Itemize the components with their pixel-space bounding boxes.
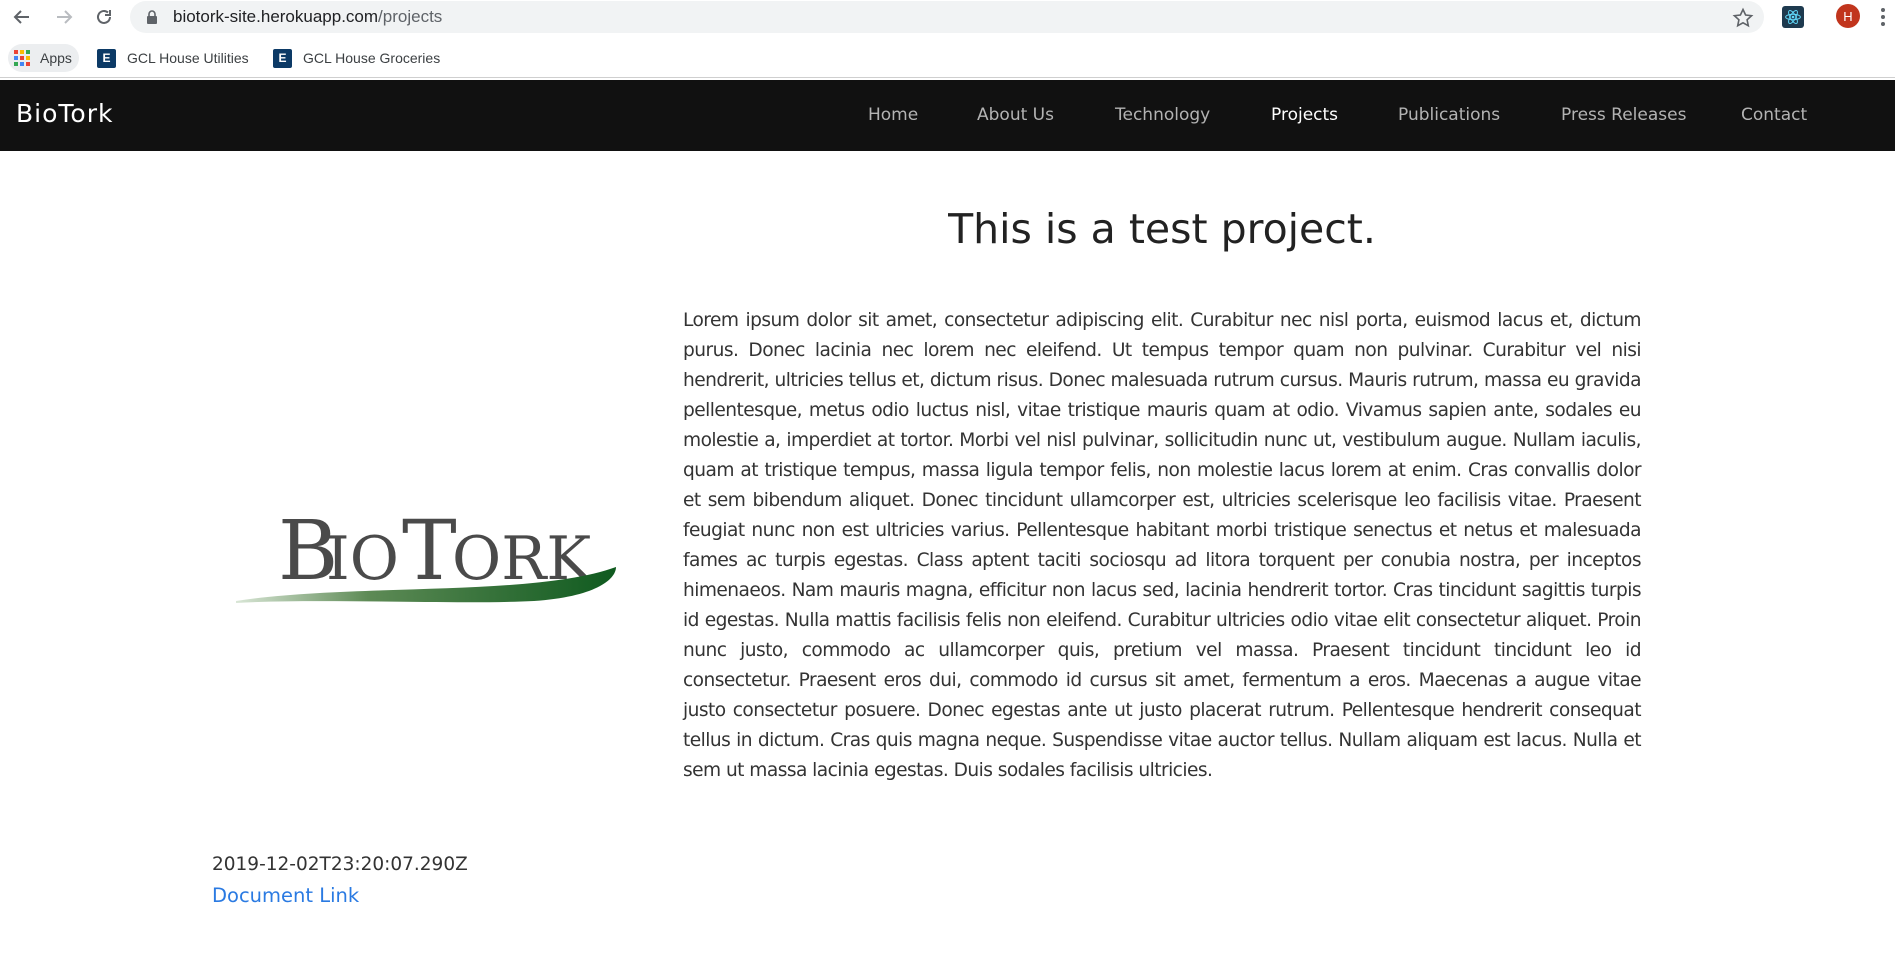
bookmark-label: Apps <box>40 50 72 66</box>
project-timestamp: 2019-12-02T23:20:07.290Z <box>212 854 468 875</box>
react-icon <box>1785 9 1801 25</box>
e-icon: E <box>273 48 292 68</box>
react-devtools-extension-icon[interactable] <box>1782 6 1804 28</box>
nav-projects[interactable]: Projects <box>1271 105 1338 125</box>
nav-about-us[interactable]: About Us <box>977 105 1054 125</box>
nav-technology[interactable]: Technology <box>1115 105 1210 125</box>
project-description: Lorem ipsum dolor sit amet, consectetur … <box>683 310 1642 781</box>
bookmark-label: GCL House Utilities <box>127 50 249 66</box>
address-bar[interactable]: biotork-site.herokuapp.com/projects <box>130 1 1764 33</box>
bookmarks-bar: Apps E GCL House Utilities E GCL House G… <box>0 38 1895 78</box>
lock-icon <box>147 10 157 24</box>
brand-logo-text[interactable]: BioTork <box>16 99 113 128</box>
nav-home[interactable]: Home <box>868 105 918 125</box>
project-image-biotork-logo: B IO T ORK <box>234 504 624 610</box>
project-title: This is a test project. <box>948 205 1376 253</box>
bookmark-star-icon[interactable] <box>1732 7 1754 29</box>
back-button[interactable] <box>10 5 34 29</box>
url-path: /projects <box>378 7 443 26</box>
nav-contact[interactable]: Contact <box>1741 105 1807 125</box>
bookmark-apps[interactable]: Apps <box>8 44 79 72</box>
e-icon: E <box>97 48 116 68</box>
nav-publications[interactable]: Publications <box>1398 105 1500 125</box>
reload-button[interactable] <box>92 5 116 29</box>
browser-toolbar: biotork-site.herokuapp.com/projects H <box>0 0 1895 34</box>
arrow-left-icon <box>13 10 29 24</box>
bookmark-gcl-house-groceries[interactable]: E GCL House Groceries <box>273 44 440 72</box>
url-text: biotork-site.herokuapp.com/projects <box>173 7 442 27</box>
profile-avatar[interactable]: H <box>1836 4 1860 28</box>
nav-press-releases[interactable]: Press Releases <box>1561 105 1686 125</box>
document-link[interactable]: Document Link <box>212 884 359 907</box>
profile-initial: H <box>1843 8 1853 24</box>
logo-letters-io: IO <box>326 524 399 594</box>
arrow-right-icon <box>57 10 73 24</box>
forward-button[interactable] <box>52 5 76 29</box>
site-navbar: BioTork Home About Us Technology Project… <box>0 80 1895 151</box>
bookmark-label: GCL House Groceries <box>303 50 441 66</box>
logo-letter-t: T <box>402 505 457 599</box>
apps-grid-icon <box>14 50 30 66</box>
biotork-logo-image: B IO T ORK <box>236 504 616 603</box>
reload-icon <box>97 9 111 24</box>
more-menu-icon[interactable] <box>1880 6 1886 28</box>
bookmark-gcl-house-utilities[interactable]: E GCL House Utilities <box>97 44 249 72</box>
url-host: biotork-site.herokuapp.com <box>173 7 379 26</box>
